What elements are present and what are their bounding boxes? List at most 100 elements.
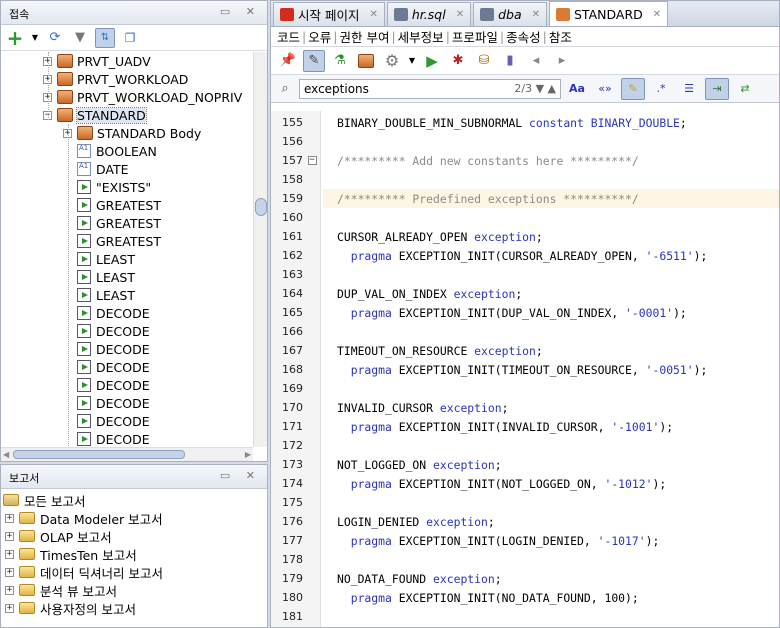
code-line[interactable]: 178 (271, 550, 779, 569)
tree-node[interactable]: + STANDARD Body (1, 124, 253, 142)
code-line[interactable]: 174 pragma EXCEPTION_INIT(NOT_LOGGED_ON,… (271, 474, 779, 493)
tree-node[interactable]: DECODE (1, 394, 253, 412)
code-line[interactable]: 157− /********* Add new constants here **… (271, 151, 779, 170)
run-icon[interactable]: ▶ (421, 50, 443, 72)
code-line[interactable]: 166 (271, 322, 779, 341)
tree-node[interactable]: DECODE (1, 304, 253, 322)
code-line[interactable]: 176 LOGIN_DENIED exception; (271, 512, 779, 531)
tree-node[interactable]: "EXISTS" (1, 178, 253, 196)
whole-word-icon[interactable]: «» (593, 78, 617, 100)
tree-node[interactable]: + PRVT_UADV (1, 52, 253, 70)
code-line[interactable]: 177 pragma EXCEPTION_INIT(LOGIN_DENIED, … (271, 531, 779, 550)
panel-window-buttons[interactable]: ▭ ✕ (220, 469, 261, 482)
collapse-icon[interactable]: − (307, 156, 317, 165)
replace-icon[interactable]: ⇄ (733, 78, 757, 100)
tree-node[interactable]: GREATEST (1, 214, 253, 232)
code-line[interactable]: 159 /********* Predefined exceptions ****… (271, 189, 779, 208)
bookmark-icon[interactable]: ▮ (499, 50, 521, 72)
subtab-4[interactable]: 프로파일 (450, 27, 500, 46)
expand-icon[interactable]: + (5, 549, 14, 559)
expand-icon[interactable]: + (5, 513, 14, 523)
previous-bookmark-icon[interactable]: ◂ (525, 50, 547, 72)
dropdown-arrow-icon[interactable]: ▼ (407, 50, 417, 72)
regex-icon[interactable]: .* (649, 78, 673, 100)
dropdown-arrow-icon[interactable]: ▼ (30, 28, 40, 48)
match-case-icon[interactable]: Aa (565, 78, 589, 100)
code-editor[interactable]: 155 BINARY_DOUBLE_MIN_SUBNORMAL constant … (271, 111, 779, 627)
selection-only-icon[interactable]: ☰ (677, 78, 701, 100)
close-tab-icon[interactable]: ✕ (456, 9, 464, 20)
subtab-0[interactable]: 코드 (275, 27, 302, 46)
close-tab-icon[interactable]: ✕ (532, 9, 540, 20)
report-item[interactable]: 모든 보고서 (3, 491, 163, 509)
subtab-6[interactable]: 참조 (547, 27, 574, 46)
report-item[interactable]: + Data Modeler 보고서 (3, 509, 163, 527)
scrollbar-thumb[interactable] (13, 450, 185, 459)
tree-node[interactable]: A1 BOOLEAN (1, 142, 253, 160)
collapse-all-icon[interactable]: ❐ (120, 28, 140, 48)
code-line[interactable]: 164 DUP_VAL_ON_INDEX exception; (271, 284, 779, 303)
report-item[interactable]: + 데이터 딕셔너리 보고서 (3, 563, 163, 581)
close-tab-icon[interactable]: ✕ (369, 9, 377, 20)
package-icon[interactable] (355, 50, 377, 72)
expand-icon[interactable]: + (5, 585, 14, 595)
code-line[interactable]: 163 (271, 265, 779, 284)
compile-icon[interactable]: ⚗ (329, 50, 351, 72)
editor-tab[interactable]: 시작 페이지 ✕ (273, 2, 385, 26)
tree-node[interactable]: DECODE (1, 376, 253, 394)
connections-horizontal-scrollbar[interactable]: ◀ ▶ (1, 447, 253, 461)
code-line[interactable]: 170 INVALID_CURSOR exception; (271, 398, 779, 417)
code-line[interactable]: 171 pragma EXCEPTION_INIT(INVALID_CURSOR… (271, 417, 779, 436)
find-input[interactable] (304, 81, 464, 96)
scrollbar-thumb[interactable] (255, 198, 267, 216)
profile-icon[interactable]: ⛁ (473, 50, 495, 72)
tree-node[interactable]: A1 DATE (1, 160, 253, 178)
tree-node[interactable]: LEAST (1, 286, 253, 304)
code-line[interactable]: 155 BINARY_DOUBLE_MIN_SUBNORMAL constant … (271, 113, 779, 132)
tree-node[interactable]: DECODE (1, 430, 253, 447)
report-item[interactable]: + OLAP 보고서 (3, 527, 163, 545)
highlight-icon[interactable]: ✎ (621, 77, 645, 100)
add-connection-icon[interactable]: + (5, 26, 25, 50)
scroll-right-icon[interactable]: ▶ (245, 450, 251, 459)
tree-node[interactable]: GREATEST (1, 196, 253, 214)
connections-vertical-scrollbar[interactable] (253, 52, 267, 447)
code-line[interactable]: 169 (271, 379, 779, 398)
code-line[interactable]: 160 (271, 208, 779, 227)
tree-node[interactable]: DECODE (1, 322, 253, 340)
tree-node[interactable]: LEAST (1, 268, 253, 286)
debug-bug-icon[interactable]: ✱ (447, 50, 469, 72)
panel-window-buttons[interactable]: ▭ ✕ (220, 5, 261, 18)
tree-node[interactable]: DECODE (1, 358, 253, 376)
expand-icon[interactable]: + (5, 531, 14, 541)
refresh-icon[interactable]: ⟳ (45, 28, 65, 48)
code-line[interactable]: 161 CURSOR_ALREADY_OPEN exception; (271, 227, 779, 246)
editor-tab[interactable]: hr.sql ✕ (386, 2, 472, 26)
code-line[interactable]: 158 (271, 170, 779, 189)
subtab-3[interactable]: 세부정보 (396, 27, 446, 46)
tree-node[interactable]: − STANDARD (1, 106, 253, 124)
expand-icon[interactable]: + (5, 567, 14, 577)
code-line[interactable]: 165 pragma EXCEPTION_INIT(DUP_VAL_ON_IND… (271, 303, 779, 322)
settings-gear-icon[interactable]: ⚙ (381, 50, 403, 72)
find-input-box[interactable]: 2/3 ▼ ▲ (299, 78, 561, 99)
subtab-5[interactable]: 종속성 (504, 27, 543, 46)
report-item[interactable]: + TimesTen 보고서 (3, 545, 163, 563)
scroll-left-icon[interactable]: ◀ (3, 450, 9, 459)
edit-icon[interactable]: ✎ (303, 49, 325, 72)
code-line[interactable]: 179 NO_DATA_FOUND exception; (271, 569, 779, 588)
code-line[interactable]: 173 NOT_LOGGED_ON exception; (271, 455, 779, 474)
report-item[interactable]: + 분석 뷰 보고서 (3, 581, 163, 599)
next-bookmark-icon[interactable]: ▸ (551, 50, 573, 72)
code-line[interactable]: 168 pragma EXCEPTION_INIT(TIMEOUT_ON_RES… (271, 360, 779, 379)
tree-node[interactable]: GREATEST (1, 232, 253, 250)
tree-node[interactable]: DECODE (1, 340, 253, 358)
wrap-search-icon[interactable]: ⇥ (705, 77, 729, 100)
close-tab-icon[interactable]: ✕ (653, 9, 661, 20)
code-line[interactable]: 167 TIMEOUT_ON_RESOURCE exception; (271, 341, 779, 360)
search-icon[interactable]: ⌕ (275, 79, 295, 99)
subtab-1[interactable]: 오류 (306, 27, 333, 46)
expand-icon[interactable]: + (5, 603, 14, 613)
code-line[interactable]: 172 (271, 436, 779, 455)
code-line[interactable]: 175 (271, 493, 779, 512)
